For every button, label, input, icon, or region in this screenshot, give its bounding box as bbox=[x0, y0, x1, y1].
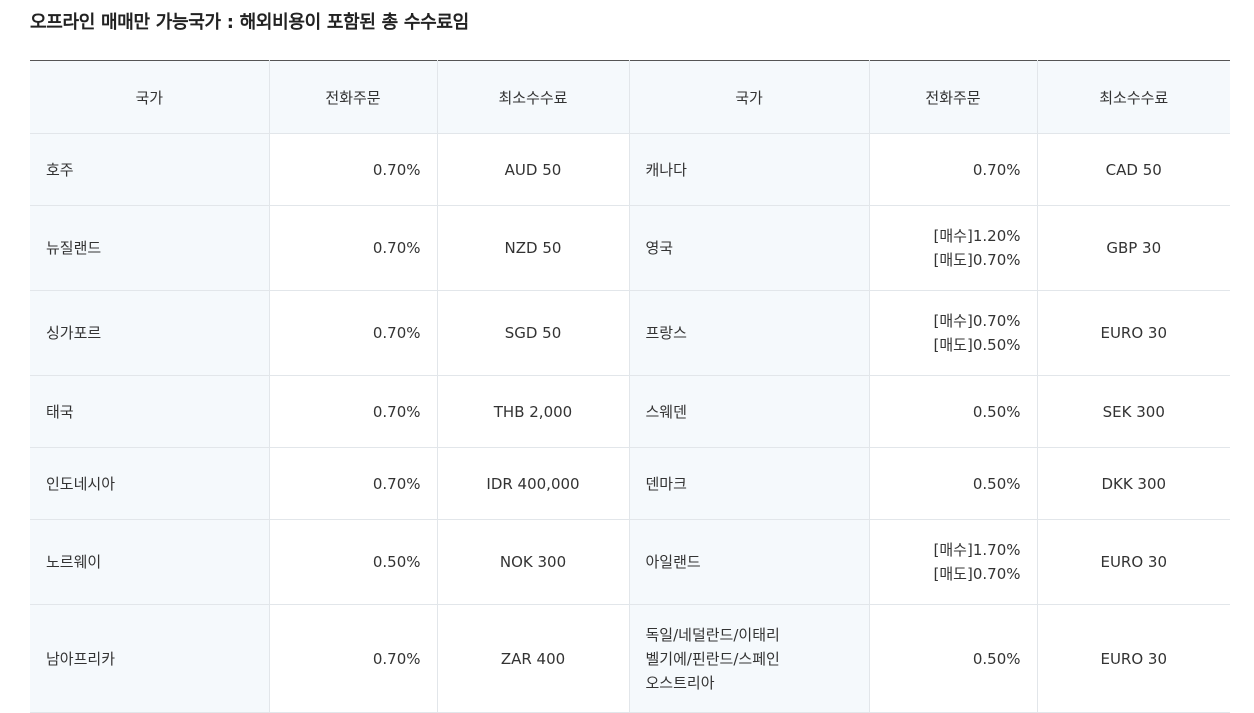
header-country-left: 국가 bbox=[30, 60, 269, 134]
min-fee-cell: GBP 30 bbox=[1036, 205, 1230, 291]
country-cell: 캐나다 bbox=[628, 133, 869, 206]
rate-cell: 0.50% bbox=[868, 447, 1037, 520]
header-phone-order-left: 전화주문 bbox=[268, 60, 437, 134]
header-country-right: 국가 bbox=[628, 60, 869, 134]
rate-cell: 0.50% bbox=[868, 375, 1037, 448]
table-row: 남아프리카 0.70% ZAR 400 독일/네덜란드/이태리 벨기에/핀란드/스… bbox=[30, 604, 1230, 713]
rate-cell: [매수]0.70% [매도]0.50% bbox=[868, 290, 1037, 376]
table-row: 인도네시아 0.70% IDR 400,000 덴마크 0.50% DKK 30… bbox=[30, 447, 1230, 520]
min-fee-cell: SEK 300 bbox=[1036, 375, 1230, 448]
country-cell: 태국 bbox=[30, 375, 269, 448]
min-fee-cell: DKK 300 bbox=[1036, 447, 1230, 520]
min-fee-cell: EURO 30 bbox=[1036, 519, 1230, 605]
country-cell: 싱가포르 bbox=[30, 290, 269, 376]
country-cell: 노르웨이 bbox=[30, 519, 269, 605]
rate-cell: 0.70% bbox=[268, 447, 437, 520]
min-fee-cell: SGD 50 bbox=[436, 290, 629, 376]
min-fee-cell: AUD 50 bbox=[436, 133, 629, 206]
country-cell: 스웨덴 bbox=[628, 375, 869, 448]
country-cell: 덴마크 bbox=[628, 447, 869, 520]
rate-cell: [매수]1.20% [매도]0.70% bbox=[868, 205, 1037, 291]
rate-cell: 0.50% bbox=[268, 519, 437, 605]
country-cell: 남아프리카 bbox=[30, 604, 269, 713]
min-fee-cell: EURO 30 bbox=[1036, 290, 1230, 376]
page-title: 오프라인 매매만 가능국가 : 해외비용이 포함된 총 수수료임 bbox=[30, 12, 469, 33]
min-fee-cell: NOK 300 bbox=[436, 519, 629, 605]
table-row: 호주 0.70% AUD 50 캐나다 0.70% CAD 50 bbox=[30, 133, 1230, 206]
rate-cell: 0.50% bbox=[868, 604, 1037, 713]
rate-cell: 0.70% bbox=[268, 375, 437, 448]
rate-cell: 0.70% bbox=[268, 604, 437, 713]
min-fee-cell: ZAR 400 bbox=[436, 604, 629, 713]
country-cell: 영국 bbox=[628, 205, 869, 291]
min-fee-cell: CAD 50 bbox=[1036, 133, 1230, 206]
table-row: 노르웨이 0.50% NOK 300 아일랜드 [매수]1.70% [매도]0.7… bbox=[30, 519, 1230, 605]
table-row: 뉴질랜드 0.70% NZD 50 영국 [매수]1.20% [매도]0.70% … bbox=[30, 205, 1230, 291]
country-cell: 뉴질랜드 bbox=[30, 205, 269, 291]
min-fee-cell: IDR 400,000 bbox=[436, 447, 629, 520]
rate-cell: 0.70% bbox=[268, 290, 437, 376]
country-cell: 독일/네덜란드/이태리 벨기에/핀란드/스페인 오스트리아 bbox=[628, 604, 869, 713]
country-cell: 호주 bbox=[30, 133, 269, 206]
header-min-fee-left: 최소수수료 bbox=[436, 60, 629, 134]
header-min-fee-right: 최소수수료 bbox=[1036, 60, 1230, 134]
rate-cell: 0.70% bbox=[268, 205, 437, 291]
rate-cell: 0.70% bbox=[868, 133, 1037, 206]
country-cell: 아일랜드 bbox=[628, 519, 869, 605]
fee-table: 국가 전화주문 최소수수료 국가 전화주문 최소수수료 호주 0.70% AUD… bbox=[30, 60, 1230, 713]
min-fee-cell: THB 2,000 bbox=[436, 375, 629, 448]
country-cell: 인도네시아 bbox=[30, 447, 269, 520]
table-header-row: 국가 전화주문 최소수수료 국가 전화주문 최소수수료 bbox=[30, 60, 1230, 134]
min-fee-cell: NZD 50 bbox=[436, 205, 629, 291]
country-cell: 프랑스 bbox=[628, 290, 869, 376]
rate-cell: 0.70% bbox=[268, 133, 437, 206]
header-phone-order-right: 전화주문 bbox=[868, 60, 1037, 134]
table-row: 싱가포르 0.70% SGD 50 프랑스 [매수]0.70% [매도]0.50%… bbox=[30, 290, 1230, 376]
rate-cell: [매수]1.70% [매도]0.70% bbox=[868, 519, 1037, 605]
min-fee-cell: EURO 30 bbox=[1036, 604, 1230, 713]
table-row: 태국 0.70% THB 2,000 스웨덴 0.50% SEK 300 bbox=[30, 375, 1230, 448]
